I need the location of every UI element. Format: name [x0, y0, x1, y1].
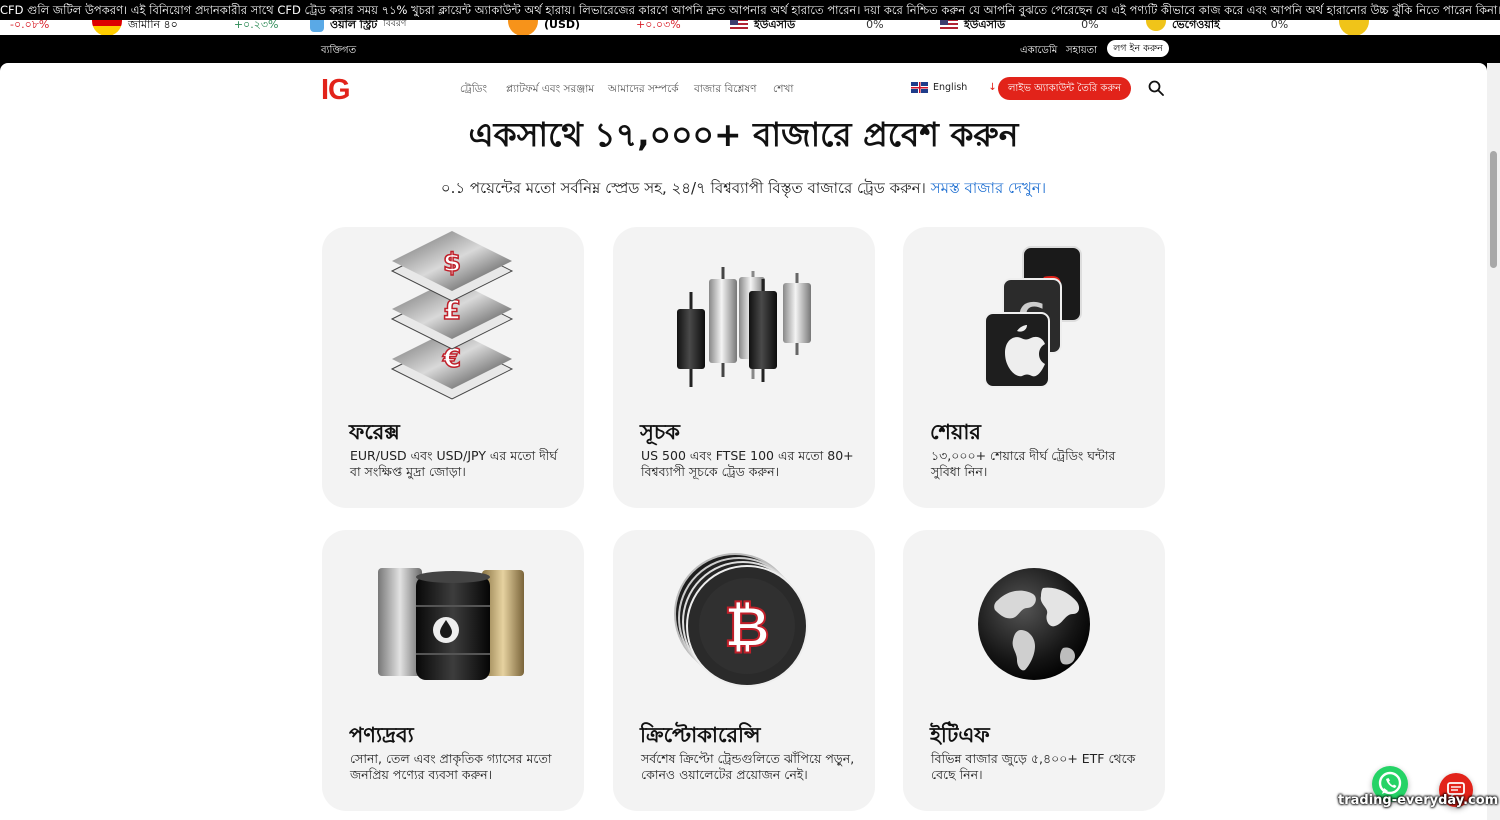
ticker-item[interactable]: ইউএসডি 0% — [940, 20, 1099, 35]
ticker-name: ভেগেওয়াই — [1172, 20, 1220, 31]
card-description: সর্বশেষ ক্রিপ্টো ট্রেন্ডগুলিতে ঝাঁপিয়ে … — [641, 751, 855, 782]
ticker-change: +০.০৩% — [636, 20, 681, 31]
ticker-change: 0% — [1081, 20, 1099, 31]
globe-icon — [978, 568, 1090, 680]
arrow-down-icon: ↓ — [988, 82, 997, 93]
login-button[interactable]: লগ ইন করুন — [1107, 40, 1169, 57]
market-card-forex[interactable]: € £ $ ফরেক্স EUR/USD এবং USD/JPY এর মতো … — [322, 227, 584, 508]
svg-text:₿: ₿ — [724, 595, 770, 660]
market-card-crypto[interactable]: ₿ ক্রিপ্টোকারেন্সি সর্বশেষ ক্রিপ্টো ট্রে… — [613, 530, 875, 811]
nav-trading[interactable]: ট্রেডিং — [460, 82, 487, 99]
ticker-item[interactable]: (USD) +০.০৩% — [508, 20, 681, 35]
card-description: বিভিন্ন বাজার জুড়ে ৫,৪০০+ ETF থেকে বেছে… — [931, 751, 1136, 782]
ticker-name: (USD) — [544, 20, 581, 31]
ticker-name: ইউএসডি — [754, 20, 796, 31]
ticker-item[interactable]: জার্মানি ৪০ +০.২৩% — [92, 20, 278, 35]
hero-subtitle-text: ০.১ পয়েন্টের মতো সর্বনিম্ন স্প্রেড সহ, … — [440, 179, 926, 197]
ticker-change: 0% — [1270, 20, 1289, 31]
card-title: শেয়ার — [930, 420, 981, 444]
card-title: সূচক — [640, 420, 680, 444]
ticker-item[interactable]: ইউএসডি 0% — [730, 20, 884, 35]
market-ticker: -০.০৮% জার্মানি ৪০ +০.২৩% ওয়াল স্ট্রিট … — [0, 20, 1500, 35]
forex-icon: € £ $ — [390, 231, 514, 400]
utility-bar: ব্যক্তিগত একাডেমি সহায়তা লগ ইন করুন — [0, 35, 1500, 63]
create-live-account-button[interactable]: লাইভ অ্যাকাউন্ট তৈরি করুন — [998, 77, 1131, 100]
germany-flag-icon — [92, 20, 122, 35]
ticker-name: ইউএসডি — [964, 20, 1006, 31]
main-content: IG ট্রেডিং প্ল্যাটফর্ম এবং সরঞ্জাম আমাদে… — [0, 63, 1487, 820]
nav-analysis[interactable]: বাজার বিশ্লেষণ — [694, 82, 757, 99]
market-card-shares[interactable]: a G শেয়ার ১৩,০০০+ শেয়ারে দীর্ঘ ট্রেডিং… — [903, 227, 1165, 508]
svg-text:$: $ — [443, 248, 461, 278]
watermark: trading-everyday.com — [1338, 793, 1499, 808]
commodities-icon — [378, 568, 524, 680]
ticker-change: +০.২৩% — [233, 20, 279, 31]
search-icon[interactable] — [1148, 80, 1164, 96]
card-title: ফরেক্স — [349, 420, 400, 444]
ticker-item[interactable]: ওয়াল স্ট্রিট বিবরণ — [310, 20, 406, 35]
nav-about[interactable]: আমাদের সম্পর্কে — [608, 82, 679, 99]
card-description: US 500 এবং FTSE 100 এর মতো 80+ বিশ্বব্যা… — [641, 448, 854, 479]
hero-title: একসাথে ১৭,০০০+ বাজারে প্রবেশ করুন — [468, 115, 1019, 154]
ticker-item[interactable]: -০.০৮% — [10, 20, 49, 35]
us-flag-icon — [940, 20, 958, 31]
ig-logo[interactable]: IG — [321, 74, 351, 107]
uk-flag-icon — [911, 82, 928, 93]
hero-subtitle: ০.১ পয়েন্টের মতো সর্বনিম্ন স্প্রেড সহ, … — [0, 177, 1487, 202]
market-card-indices[interactable]: সূচক US 500 এবং FTSE 100 এর মতো 80+ বিশ্… — [613, 227, 875, 508]
academy-link[interactable]: একাডেমি — [1020, 43, 1057, 60]
us-flag-icon — [730, 20, 748, 31]
card-title: পণ্যদ্রব্য — [349, 723, 414, 747]
ticker-name: ওয়াল স্ট্রিট — [330, 20, 378, 31]
nav-learn[interactable]: শেখা — [773, 82, 793, 99]
card-description: ১৩,০০০+ শেয়ারে দীর্ঘ ট্রেডিং ঘন্টার সুব… — [931, 448, 1116, 479]
card-title: ইটিএফ — [930, 723, 990, 747]
ticker-name: জার্মানি ৪০ — [128, 20, 178, 31]
market-card-etf[interactable]: ইটিএফ বিভিন্ন বাজার জুড়ে ৫,৪০০+ ETF থেক… — [903, 530, 1165, 811]
market-card-commodities[interactable]: পণ্যদ্রব্য সোনা, তেল এবং প্রাকৃতিক গ্যাস… — [322, 530, 584, 811]
coin-icon — [1339, 20, 1370, 35]
page-scrollbar[interactable] — [1487, 63, 1500, 820]
ticker-change: বিবরণ — [383, 20, 407, 29]
help-link[interactable]: সহায়তা — [1066, 43, 1097, 60]
index-icon — [310, 20, 324, 32]
all-markets-link[interactable]: সমস্ত বাজার দেখুন। — [931, 179, 1046, 197]
ticker-change: -০.০৮% — [10, 20, 50, 31]
card-title: ক্রিপ্টোকারেন্সি — [640, 723, 761, 747]
bitcoin-coin-icon — [508, 20, 538, 35]
ticker-change: 0% — [866, 20, 884, 31]
shares-icon: a G — [984, 246, 1082, 388]
scrollbar-thumb[interactable] — [1490, 151, 1497, 268]
personal-link[interactable]: ব্যক্তিগত — [321, 43, 356, 60]
bitcoin-icon: ₿ — [674, 553, 808, 687]
language-label: English — [933, 82, 968, 93]
card-description: EUR/USD এবং USD/JPY এর মতো দীর্ঘ বা সংক্… — [350, 448, 558, 479]
language-selector[interactable]: English ↓ — [911, 82, 997, 93]
coin-icon — [1146, 20, 1166, 31]
nav-platforms[interactable]: প্ল্যাটফর্ম এবং সরঞ্জাম — [506, 82, 594, 99]
candlestick-icon — [677, 267, 811, 387]
card-description: সোনা, তেল এবং প্রাকৃতিক গ্যাসের মতো জনপ্… — [350, 751, 552, 782]
ticker-item[interactable]: ভেগেওয়াই 0% — [1146, 20, 1370, 35]
risk-warning: CFD গুলি জটিল উপকরণ। এই বিনিয়োগ প্রদানক… — [0, 0, 1500, 20]
